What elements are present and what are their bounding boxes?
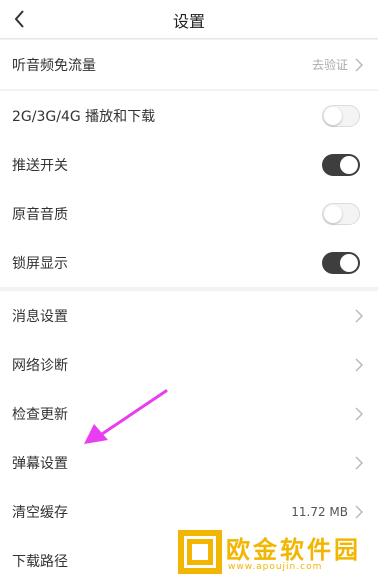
- danmaku-settings-label: 弹幕设置: [12, 455, 68, 472]
- check-update-label: 检查更新: [12, 406, 68, 423]
- toggle-knob: [324, 204, 342, 223]
- toggle-knob: [324, 106, 342, 125]
- message-settings-label: 消息设置: [12, 308, 68, 325]
- verify-link[interactable]: 去验证: [312, 56, 348, 73]
- original-quality-label: 原音音质: [12, 206, 68, 223]
- mobile-network-toggle[interactable]: [322, 104, 360, 127]
- check-update-row[interactable]: 检查更新: [0, 389, 378, 438]
- message-settings-row[interactable]: 消息设置: [0, 291, 378, 340]
- header-bar: 设置: [0, 0, 378, 39]
- mobile-network-row: 2G/3G/4G 播放和下载: [0, 91, 378, 140]
- push-row: 推送开关: [0, 140, 378, 189]
- push-label: 推送开关: [12, 157, 68, 174]
- watermark-title: 欧金软件园: [226, 536, 361, 564]
- toggle-knob: [340, 155, 358, 174]
- danmaku-settings-row[interactable]: 弹幕设置: [0, 438, 378, 487]
- lockscreen-toggle[interactable]: [322, 251, 360, 274]
- chevron-right-icon: [355, 58, 364, 72]
- chevron-right-icon: [355, 309, 364, 323]
- watermark-url: www.apoujin.com: [228, 562, 323, 572]
- cache-size: 11.72 MB: [291, 504, 348, 519]
- lockscreen-row: 锁屏显示: [0, 238, 378, 287]
- free-traffic-row[interactable]: 听音频免流量 去验证: [0, 40, 378, 89]
- chevron-right-icon: [355, 505, 364, 519]
- clear-cache-label: 清空缓存: [12, 504, 68, 521]
- watermark: 欧金软件园 www.apoujin.com: [178, 528, 376, 576]
- traffic-group: 听音频免流量 去验证: [0, 40, 378, 89]
- toggle-knob: [340, 253, 358, 272]
- mobile-network-label: 2G/3G/4G 播放和下载: [12, 108, 156, 125]
- lockscreen-label: 锁屏显示: [12, 255, 68, 272]
- push-toggle[interactable]: [322, 153, 360, 176]
- download-path-label: 下载路径: [12, 553, 68, 570]
- logo-core: [192, 544, 208, 560]
- toggle-group: 2G/3G/4G 播放和下载 推送开关 原音音质 锁屏显示: [0, 91, 378, 287]
- page-title: 设置: [172, 12, 205, 31]
- network-diagnosis-row[interactable]: 网络诊断: [0, 340, 378, 389]
- free-traffic-label: 听音频免流量: [12, 57, 96, 74]
- network-diagnosis-label: 网络诊断: [12, 357, 68, 374]
- original-quality-toggle[interactable]: [322, 202, 360, 225]
- chevron-right-icon: [355, 456, 364, 470]
- original-quality-row: 原音音质: [0, 189, 378, 238]
- chevron-right-icon: [355, 407, 364, 421]
- watermark-logo-icon: [178, 530, 222, 574]
- chevron-right-icon: [355, 358, 364, 372]
